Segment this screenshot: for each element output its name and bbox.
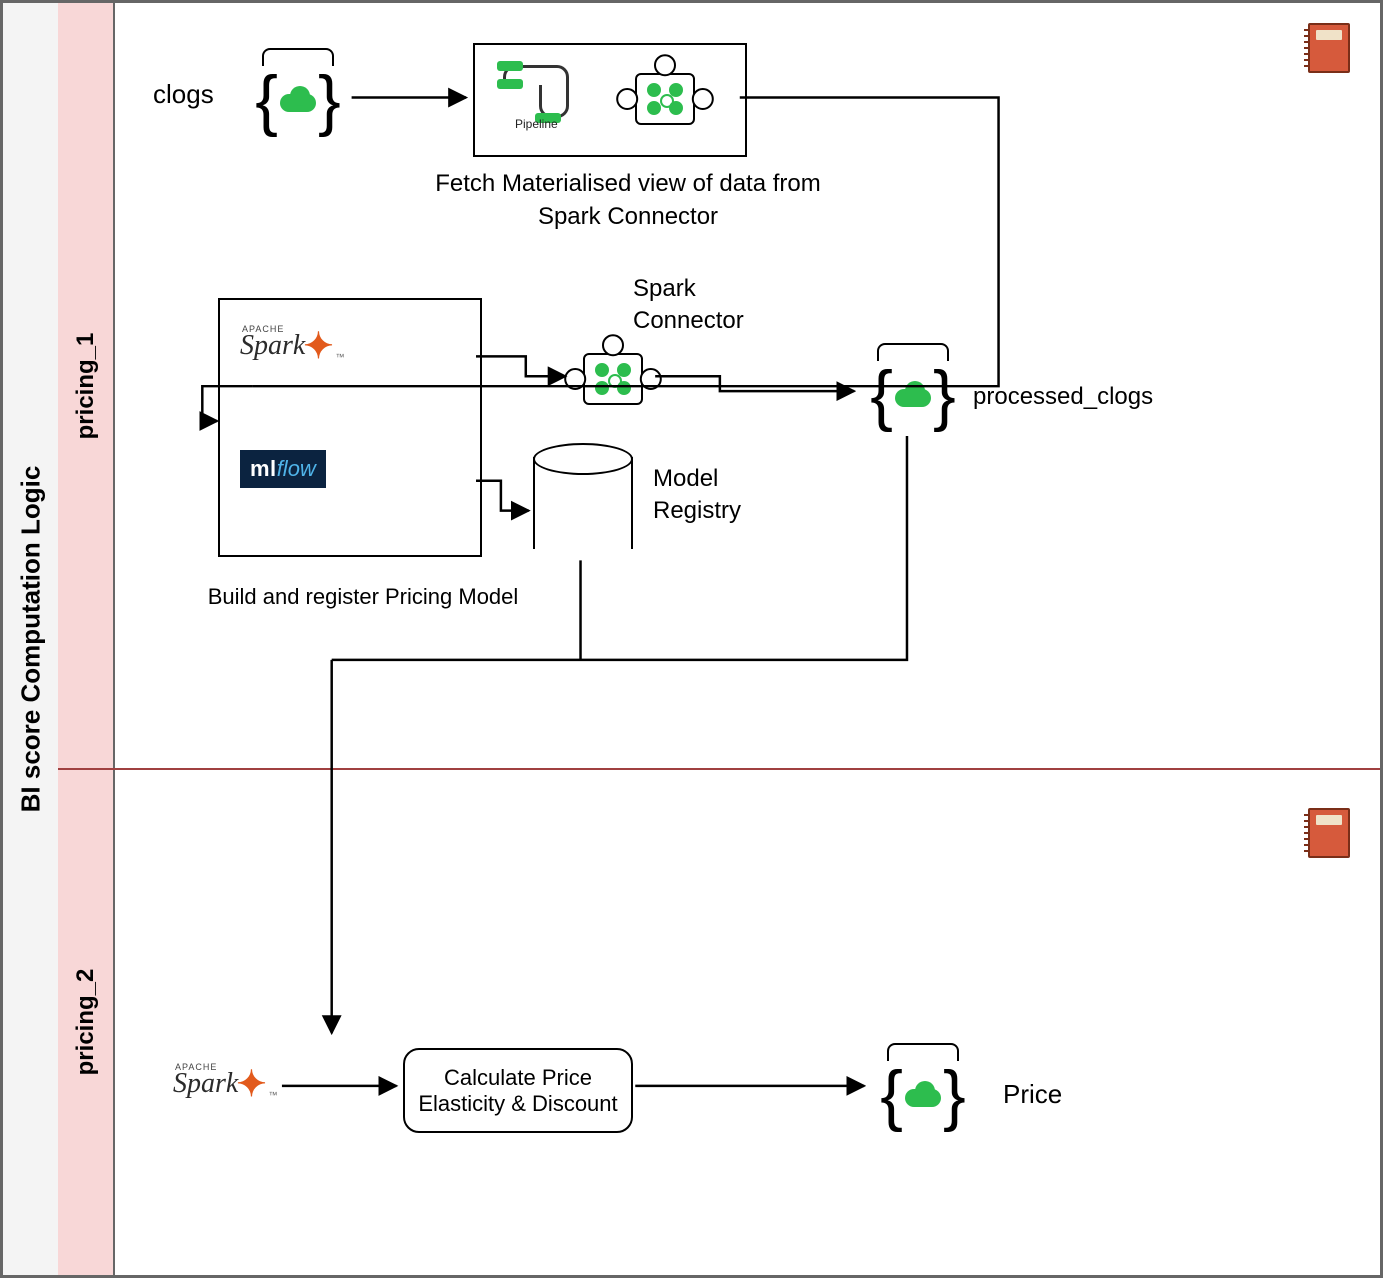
calculate-price-box: Calculate Price Elasticity & Discount (403, 1048, 633, 1133)
spark-apache-label: APACHE (242, 324, 284, 334)
notebook-icon (1308, 23, 1350, 73)
notebook-icon-2 (1308, 808, 1350, 858)
swimlane-lane1-label: pricing_1 (72, 332, 100, 439)
mlflow-badge: mlflow (240, 450, 326, 488)
mlflow-ml: ml (250, 456, 277, 481)
diagram-canvas: BI score Computation Logic pricing_1 pri… (0, 0, 1383, 1278)
swimlane-main-column: BI score Computation Logic (3, 3, 60, 1275)
price-label: Price (1003, 1078, 1123, 1112)
spark-connector-label-2: Connector (633, 305, 813, 336)
spark-logo-2: APACHE Spark ✦ ™ (173, 1068, 278, 1100)
lane2-body: APACHE Spark ✦ ™ Calculate Price Elastic… (113, 768, 1380, 1275)
model-registry-cylinder-icon (533, 443, 633, 563)
spark-logo-1: APACHE Spark ✦ ™ (240, 330, 345, 362)
swimlane-lane2-column: pricing_2 (58, 768, 115, 1275)
spark-apache-label-2: APACHE (175, 1062, 217, 1072)
pipeline-icon: Pipeline (495, 55, 575, 135)
fetch-caption-1: Fetch Materialised view of data from (428, 168, 828, 199)
build-model-box: APACHE Spark ✦ ™ mlflow (218, 298, 482, 557)
connector-icon-mid (573, 343, 653, 415)
calc-line2: Elasticity & Discount (418, 1091, 617, 1117)
spark-text-2: Spark (173, 1068, 238, 1100)
mlflow-flow: flow (277, 456, 316, 481)
clogs-dataset-icon: { } (248, 58, 348, 142)
fetch-caption-2: Spark Connector (428, 201, 828, 232)
processed-clogs-dataset-icon: { } (863, 353, 963, 437)
build-model-caption: Build and register Pricing Model (178, 583, 548, 612)
pipeline-caption: Pipeline (515, 117, 558, 131)
spark-text: Spark (240, 330, 305, 362)
clogs-label: clogs (153, 78, 214, 112)
swimlane-lane2-label: pricing_2 (72, 968, 100, 1075)
lane1-body: clogs { } Pipeline (113, 3, 1380, 768)
model-registry-label-2: Registry (653, 495, 793, 526)
model-registry-label-1: Model (653, 463, 773, 494)
processed-clogs-label: processed_clogs (973, 381, 1193, 412)
connector-icon-fetch (625, 63, 705, 135)
swimlane-main-label: BI score Computation Logic (15, 466, 46, 813)
swimlane-lane1-column: pricing_1 (58, 3, 115, 768)
price-dataset-icon: { } (873, 1053, 973, 1137)
fetch-box: Pipeline (473, 43, 747, 157)
spark-connector-label-1: Spark (633, 273, 773, 304)
calc-line1: Calculate Price (418, 1065, 617, 1091)
